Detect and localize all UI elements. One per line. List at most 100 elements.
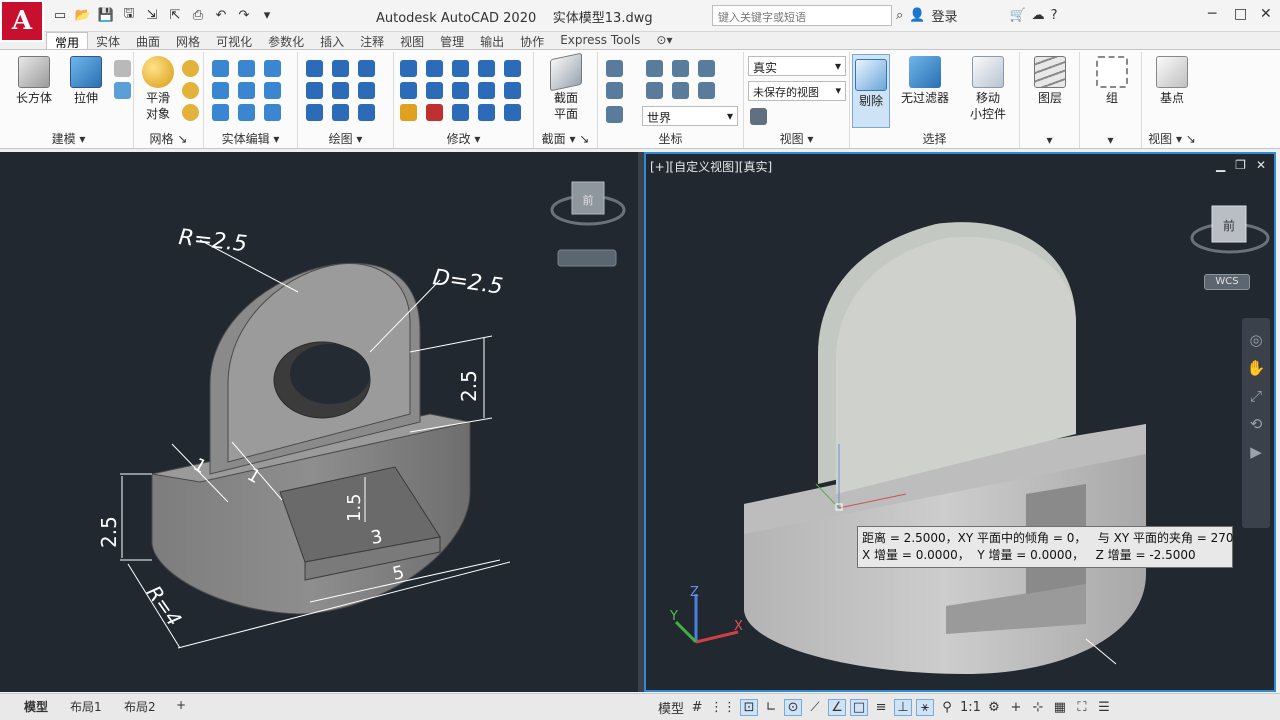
array-icon[interactable]: [478, 60, 495, 77]
ucs-z-icon[interactable]: [698, 60, 715, 77]
annotation-scale-label[interactable]: 1:1: [960, 700, 981, 715]
ucs-view-icon[interactable]: [672, 82, 689, 99]
tab-solid[interactable]: 实体: [88, 32, 128, 50]
annotation-visibility-icon[interactable]: ⚹: [916, 699, 935, 716]
rectangle-icon[interactable]: [332, 104, 349, 121]
tab-mesh[interactable]: 网格: [168, 32, 208, 50]
left-viewcube[interactable]: 前: [550, 181, 626, 226]
smooth-more-icon[interactable]: [182, 60, 199, 77]
model-space-label[interactable]: 模型: [658, 698, 684, 717]
left-viewport[interactable]: R=2.5 D=2.5 2.5 2.5 1 1 1.5 3 5 R=4 前: [0, 152, 638, 692]
layout-tab-1[interactable]: 布局1: [64, 697, 108, 716]
line-icon[interactable]: [306, 82, 323, 99]
union-icon[interactable]: [212, 60, 229, 77]
spline-icon[interactable]: [332, 60, 349, 77]
quick-properties-icon[interactable]: ▦: [1051, 700, 1069, 715]
search-input[interactable]: 键入关键字或短语: [712, 5, 892, 26]
group-button[interactable]: 组: [1090, 56, 1134, 106]
ucs-dynamic-icon[interactable]: ⊥: [894, 699, 913, 716]
erase-icon[interactable]: [400, 104, 417, 121]
ucs-world-dropdown[interactable]: 世界 ▾: [642, 106, 738, 126]
smooth-object-button[interactable]: 平滑 对象: [138, 56, 178, 122]
isodraft-icon[interactable]: ⟋: [806, 700, 824, 715]
clean-screen-icon[interactable]: ⛶: [1073, 700, 1091, 715]
login-link[interactable]: 登录: [931, 6, 957, 25]
object-snap-tracking-icon[interactable]: ∠: [828, 699, 847, 716]
tab-express-tools[interactable]: Express Tools: [552, 32, 648, 50]
smooth-less-icon[interactable]: [182, 82, 199, 99]
polar-tracking-icon[interactable]: ⊙: [784, 699, 803, 716]
tab-annotate[interactable]: 注释: [352, 32, 392, 50]
tab-surface[interactable]: 曲面: [128, 32, 168, 50]
showmotion-icon[interactable]: ▶: [1242, 438, 1270, 466]
intersect-icon[interactable]: [264, 60, 281, 77]
tab-insert[interactable]: 插入: [312, 32, 352, 50]
open-icon[interactable]: 📂: [73, 6, 93, 24]
export-icon[interactable]: ⇱: [165, 6, 185, 24]
object-snap-icon[interactable]: □: [850, 699, 869, 716]
undo-icon[interactable]: ↶: [211, 6, 231, 24]
cull-button[interactable]: 剔除: [852, 54, 890, 128]
polyline-icon[interactable]: [306, 60, 323, 77]
annotation-monitor-icon[interactable]: +: [1007, 700, 1025, 715]
ucs-named-icon[interactable]: [606, 106, 623, 123]
help-icon[interactable]: ?: [1051, 8, 1058, 23]
layers-button[interactable]: 图层: [1028, 56, 1072, 106]
steering-wheel-icon[interactable]: ◎: [1242, 326, 1270, 354]
groups-expand-icon[interactable]: ▾: [1080, 133, 1141, 147]
ucs-object-icon[interactable]: [698, 82, 715, 99]
import-icon[interactable]: ⇲: [142, 6, 162, 24]
snap-icon[interactable]: ⋮⋮: [710, 700, 736, 715]
tab-manage[interactable]: 管理: [432, 32, 472, 50]
layout-tab-2[interactable]: 布局2: [118, 697, 162, 716]
wcs-menu[interactable]: WCS: [1204, 274, 1250, 290]
presspull-icon[interactable]: [114, 60, 131, 77]
infer-constraints-icon[interactable]: ⊡: [740, 699, 759, 716]
save-icon[interactable]: 💾: [96, 6, 116, 24]
lineweight-icon[interactable]: ≡: [872, 700, 890, 715]
thicken-icon[interactable]: [264, 82, 281, 99]
user-icon[interactable]: 👤: [909, 8, 925, 23]
add-layout-icon[interactable]: +: [170, 697, 192, 713]
circle-draw-icon[interactable]: [332, 82, 349, 99]
hatch-icon[interactable]: [358, 104, 375, 121]
new-icon[interactable]: ▭: [50, 6, 70, 24]
pan-hand-icon[interactable]: ✋: [1242, 354, 1270, 382]
section-plane-button[interactable]: 截面 平面: [544, 52, 588, 122]
save-as-icon[interactable]: 🖫: [119, 6, 139, 24]
redo-icon[interactable]: ↷: [234, 6, 254, 24]
tab-visualize[interactable]: 可视化: [208, 32, 260, 50]
right-viewport[interactable]: [+][自定义视图][真实] ▁ ❐ ✕ Z X Y 前 WCS ◎ ✋ ⤢ ⟲…: [644, 152, 1276, 692]
extrude-button[interactable]: 拉伸: [64, 56, 108, 106]
arc-icon[interactable]: [358, 60, 375, 77]
qat-more-icon[interactable]: ▾: [257, 6, 277, 24]
fillet-icon[interactable]: [504, 82, 521, 99]
move-icon[interactable]: [452, 60, 469, 77]
orbit-icon[interactable]: ⟲: [1242, 410, 1270, 438]
grid-icon[interactable]: #: [688, 700, 706, 715]
subtract-icon[interactable]: [238, 60, 255, 77]
interfere-icon[interactable]: [212, 82, 229, 99]
ellipse-icon[interactable]: [358, 82, 375, 99]
tab-parametric[interactable]: 参数化: [260, 32, 312, 50]
print-icon[interactable]: ⎙: [188, 6, 208, 24]
base-button[interactable]: 基点: [1150, 56, 1194, 106]
layers-expand-icon[interactable]: ▾: [1020, 133, 1079, 147]
maximize-icon[interactable]: □: [1234, 6, 1247, 22]
scale-icon[interactable]: [452, 104, 469, 121]
stretch-icon[interactable]: [426, 104, 443, 121]
ucs-x-icon[interactable]: [646, 60, 663, 77]
revolve-icon[interactable]: [114, 82, 131, 99]
left-wcs-menu[interactable]: [557, 249, 617, 267]
ucs-icon[interactable]: [606, 60, 623, 77]
viewport-config-icon[interactable]: [750, 108, 767, 125]
rotate-icon[interactable]: [452, 82, 469, 99]
imprint-icon[interactable]: [238, 104, 255, 121]
move-gizmo-button[interactable]: 移动 小控件: [962, 56, 1014, 122]
no-filter-button[interactable]: 无过滤器: [896, 56, 954, 106]
tab-view[interactable]: 视图: [392, 32, 432, 50]
zoom-icon[interactable]: ⤢: [1242, 382, 1270, 410]
ucs-origin-icon[interactable]: [606, 82, 623, 99]
tab-home[interactable]: 常用: [46, 32, 89, 50]
binoculars-icon[interactable]: ⌕: [896, 8, 903, 23]
